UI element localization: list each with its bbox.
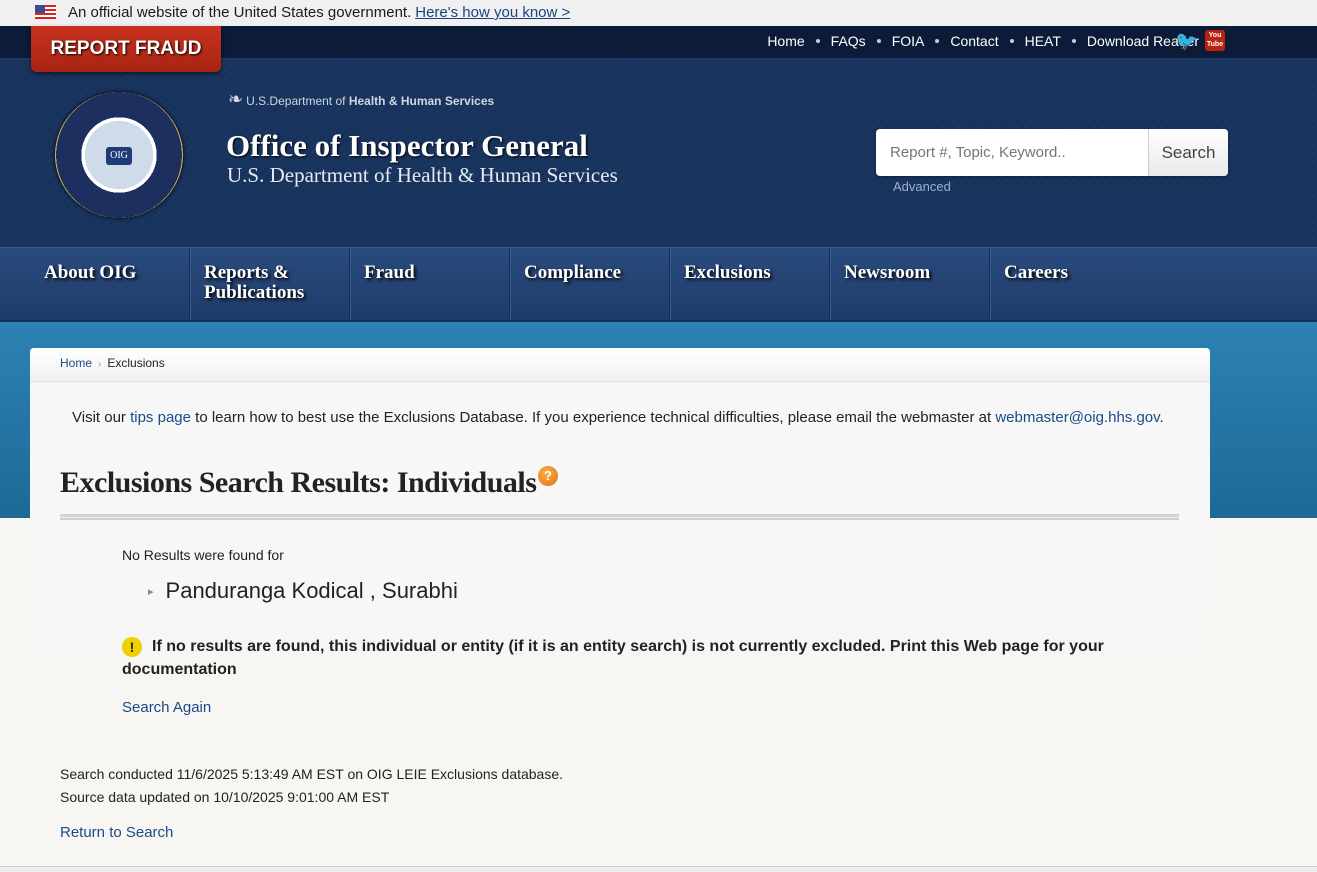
bullet-icon: ▸ [148,586,154,598]
main-nav: About OIG Reports & Publications Fraud C… [0,247,1317,322]
tips-text: Visit our [72,409,131,426]
hhs-prefix: U.S.Department of [246,94,349,108]
searched-name: ▸ Panduranga Kodical , Surabhi [148,578,458,604]
twitter-icon[interactable]: 🐦 [1175,31,1197,52]
nav-reports-publications[interactable]: Reports & Publications [190,248,350,320]
warning-text: If no results are found, this individual… [122,638,1104,678]
nav-fraud[interactable]: Fraud [350,248,510,320]
help-icon[interactable]: ? [538,466,558,486]
hhs-eagle-icon: ❧ [228,89,244,109]
top-link-home[interactable]: Home [767,33,804,49]
return-to-search-link[interactable]: Return to Search [60,824,173,841]
nav-newsroom[interactable]: Newsroom [830,248,990,320]
top-link-faqs[interactable]: FAQs [831,33,866,49]
report-fraud-button[interactable]: REPORT FRAUD [31,26,221,72]
warning-message: ! If no results are found, this individua… [122,635,1142,681]
tips-text: . [1159,409,1164,426]
top-link-heat[interactable]: HEAT [1025,33,1061,49]
footer-divider [0,866,1317,872]
tips-text: to learn how to best use the Exclusions … [190,409,996,426]
separator-dot [1071,39,1076,43]
utility-nav: Home FAQs FOIA Contact HEAT Download Rea… [767,33,1225,49]
breadcrumb-separator-icon: › [98,359,102,370]
separator-dot [1009,39,1014,43]
nav-careers[interactable]: Careers [990,248,1150,320]
nav-exclusions[interactable]: Exclusions [670,248,830,320]
site-title[interactable]: Office of Inspector General [226,128,588,164]
top-link-contact[interactable]: Contact [950,33,998,49]
search-conducted-text: Search conducted 11/6/2025 5:13:49 AM ES… [60,766,564,782]
webmaster-email-link[interactable]: webmaster@oig.hhs.gov [995,409,1159,426]
site-search: Search [876,129,1228,176]
search-meta: Search conducted 11/6/2025 5:13:49 AM ES… [60,763,563,809]
search-input[interactable] [876,129,1148,176]
hhs-name: Health & Human Services [348,94,495,108]
separator-dot [876,39,881,43]
us-flag-icon [35,5,56,19]
advanced-search-link[interactable]: Advanced [893,179,951,194]
nav-compliance[interactable]: Compliance [510,248,670,320]
page-title: Exclusions Search Results: Individuals [60,466,537,499]
content-card [30,348,1210,678]
tips-page-link[interactable]: tips page [130,409,191,426]
breadcrumb-home[interactable]: Home [60,356,92,370]
nav-about-oig[interactable]: About OIG [30,248,190,320]
separator-dot [815,39,820,43]
searched-name-text: Panduranga Kodical , Surabhi [165,578,458,603]
hhs-label: ❧ U.S.Department of Health & Human Servic… [228,89,494,110]
tips-notice: Visit our tips page to learn how to best… [72,409,1164,426]
source-updated-text: Source data updated on 10/10/2025 9:01:0… [60,789,390,805]
breadcrumb: Home › Exclusions [30,348,1210,382]
search-again-link[interactable]: Search Again [122,699,211,716]
heres-how-you-know-link[interactable]: Here's how you know > [415,4,570,21]
seal-text: OIG [106,147,132,165]
warning-icon: ! [122,637,142,657]
gov-banner-text: An official website of the United States… [68,4,412,21]
youtube-icon[interactable]: You Tube [1205,30,1225,51]
oig-seal-logo[interactable]: OIG [55,92,183,218]
site-subtitle: U.S. Department of Health & Human Servic… [227,163,618,187]
top-link-foia[interactable]: FOIA [892,33,925,49]
search-button[interactable]: Search [1148,129,1228,176]
no-results-label: No Results were found for [122,547,284,563]
gov-banner: An official website of the United States… [0,0,1317,26]
separator-dot [935,39,940,43]
breadcrumb-current: Exclusions [107,356,165,370]
title-divider [60,514,1179,520]
